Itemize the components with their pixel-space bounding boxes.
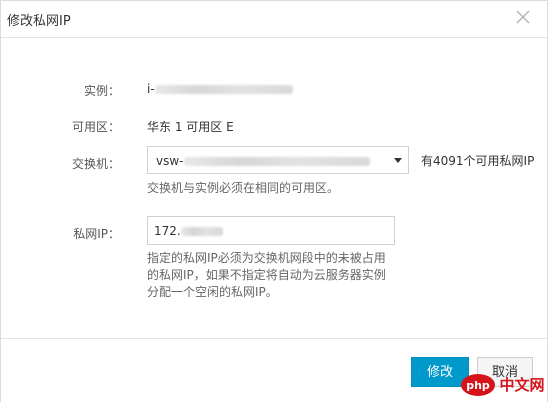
zone-label: 可用区： bbox=[71, 120, 120, 134]
vswitch-label: 交换机： bbox=[71, 157, 120, 171]
dialog-title: 修改私网IP bbox=[7, 14, 71, 29]
modify-private-ip-dialog: 修改私网IP 实例： i- 可用区： 华东 1 可用区 E 交换机： vsw- … bbox=[0, 0, 548, 402]
vswitch-id-prefix: vsw- bbox=[156, 154, 184, 168]
svg-text:php: php bbox=[466, 379, 490, 392]
private-ip-prefix: 172. bbox=[154, 224, 181, 238]
private-ip-input[interactable]: 172. bbox=[147, 216, 395, 245]
private-ip-value: 172. bbox=[154, 224, 223, 238]
vswitch-hint: 交换机与实例必须在相同的可用区。 bbox=[147, 181, 340, 195]
instance-value: i- bbox=[147, 82, 293, 96]
vswitch-id-redacted bbox=[183, 157, 370, 166]
instance-label: 实例： bbox=[83, 84, 120, 98]
close-icon[interactable] bbox=[513, 7, 533, 27]
available-ip-count: 有4091个可用私网IP bbox=[421, 154, 535, 168]
vswitch-selected-value: vsw- bbox=[156, 154, 370, 168]
php-cn-watermark-logo: php 中文网 bbox=[461, 374, 545, 396]
zone-value: 华东 1 可用区 E bbox=[147, 120, 234, 134]
instance-id-prefix: i- bbox=[147, 82, 155, 96]
private-ip-redacted bbox=[180, 227, 223, 236]
private-ip-label: 私网IP： bbox=[73, 227, 120, 241]
dialog-header: 修改私网IP bbox=[1, 1, 547, 38]
dialog-body: 实例： i- 可用区： 华东 1 可用区 E 交换机： vsw- 有4091个可… bbox=[1, 38, 547, 338]
private-ip-hint-line-1: 指定的私网IP必须为交换机网段中的未被占用 bbox=[147, 251, 386, 265]
svg-text:中文网: 中文网 bbox=[499, 376, 544, 394]
chevron-down-icon bbox=[394, 158, 402, 163]
instance-id-redacted bbox=[154, 85, 293, 94]
private-ip-hint-line-3: 分配一个空闲的私网IP。 bbox=[147, 285, 278, 299]
private-ip-hint-line-2: 的私网IP，如果不指定将自动为云服务器实例 bbox=[147, 268, 386, 282]
vswitch-select[interactable]: vsw- bbox=[147, 146, 409, 174]
